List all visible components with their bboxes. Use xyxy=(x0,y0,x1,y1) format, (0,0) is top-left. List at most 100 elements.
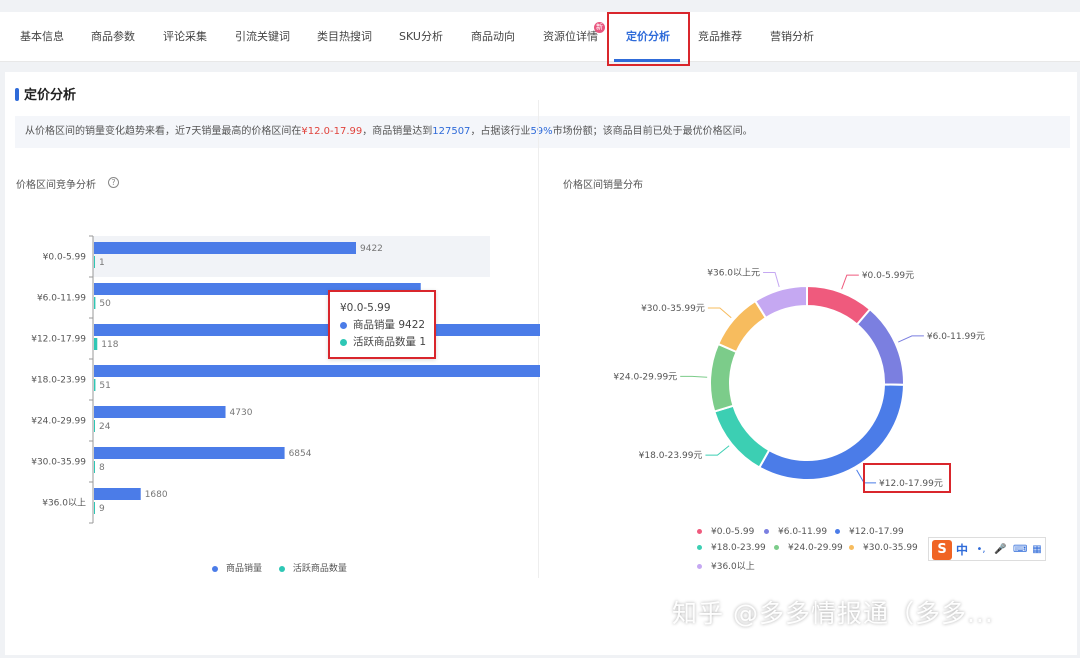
active-items-value-label: 50 xyxy=(99,299,111,309)
slice-label: ¥6.0-11.99元 xyxy=(927,332,985,342)
tab-resource-details[interactable]: 资源位详情 xyxy=(543,12,598,62)
category-label: ¥36.0以上 xyxy=(42,498,86,509)
new-badge: 新 xyxy=(594,22,605,33)
legend-item-1[interactable]: ¥6.0-11.99 xyxy=(764,527,827,537)
slice-leader-line xyxy=(680,375,708,378)
sales-bar xyxy=(94,242,356,254)
zhihu-watermark: 知乎 @多多情报通（多多... xyxy=(672,599,994,628)
active-items-value-label: 24 xyxy=(99,422,111,432)
legend-sales-dot-icon xyxy=(212,565,218,572)
active-items-bar xyxy=(94,256,95,268)
legend-item-active[interactable]: 活跃商品数量 xyxy=(278,561,347,574)
bar-chart-legend: 商品销量 活跃商品数量 xyxy=(212,561,361,574)
slice-label: ¥0.0-5.99元 xyxy=(862,271,914,281)
sogou-logo-icon[interactable]: S xyxy=(932,540,952,560)
sales-dot-icon xyxy=(340,321,347,329)
legend-item-4[interactable]: ¥24.0-29.99 xyxy=(774,543,843,553)
donut-slice xyxy=(753,284,808,320)
category-label: ¥6.0-11.99 xyxy=(37,294,86,304)
slice-leader-line xyxy=(707,307,732,319)
legend-dot-icon xyxy=(849,545,854,550)
sales-value-label: 6854 xyxy=(289,449,312,459)
legend-item-6[interactable]: ¥36.0以上 xyxy=(697,559,755,572)
active-items-value-label: 9 xyxy=(99,504,105,514)
tab-marketing-analysis[interactable]: 营销分析 xyxy=(770,12,814,62)
donut-slice xyxy=(713,404,771,469)
active-dot-icon xyxy=(340,338,347,346)
donut-slice xyxy=(855,307,905,386)
tooltip-sales-label: 商品销量 xyxy=(353,319,395,331)
slice-label: ¥24.0-29.99元 xyxy=(613,372,677,382)
legend-dot-icon xyxy=(697,529,702,534)
tooltip-active-value: 1 xyxy=(419,336,427,348)
category-label: ¥12.0-17.99 xyxy=(31,335,86,345)
sales-value-label: 9422 xyxy=(360,244,383,254)
sales-bar xyxy=(94,365,540,377)
active-items-bar xyxy=(94,461,95,473)
legend-dot-icon xyxy=(835,529,840,534)
slice-leader-line xyxy=(763,272,780,288)
price-range-sales-distribution-chart: ¥0.0-5.99元¥6.0-11.99元¥12.0-17.99元¥18.0-2… xyxy=(613,268,985,489)
slice-label: ¥18.0-23.99元 xyxy=(639,451,703,461)
legend-item-sales[interactable]: 商品销量 xyxy=(212,561,262,574)
legend-item-5[interactable]: ¥30.0-35.99 xyxy=(849,543,918,553)
sales-value-label: 4730 xyxy=(230,408,253,418)
tooltip-active-label: 活跃商品数量 xyxy=(353,336,416,348)
price-range-competition-chart: ¥0.0-5.99 ¥6.0-11.99 ¥12.0-17.99 ¥18.0-23.9… xyxy=(31,235,540,524)
active-items-value-label: 51 xyxy=(99,381,110,391)
chart-tooltip: ¥0.0-5.99 商品销量 9422 活跃商品数量 1 xyxy=(328,290,436,359)
tooltip-sales-value: 9422 xyxy=(398,319,426,331)
legend-item-0[interactable]: ¥0.0-5.99 xyxy=(697,527,754,537)
legend-dot-icon xyxy=(697,564,702,569)
active-items-bar xyxy=(94,297,96,309)
legend-label: ¥30.0-35.99 xyxy=(863,543,918,553)
category-label: ¥0.0-5.99 xyxy=(43,253,87,263)
legend-label: ¥12.0-17.99 xyxy=(849,527,904,537)
active-items-bar xyxy=(94,338,98,350)
slice-leader-line xyxy=(705,445,730,456)
legend-sales-label: 商品销量 xyxy=(226,564,263,574)
active-items-bar xyxy=(94,379,96,391)
legend-label: ¥6.0-11.99 xyxy=(778,527,828,537)
donut-slice xyxy=(709,342,738,413)
tab-competitor-recommend[interactable]: 竞品推荐 xyxy=(698,12,742,62)
slice-label: ¥30.0-35.99元 xyxy=(641,304,705,314)
sales-bar xyxy=(94,324,540,336)
slice-highlight-box xyxy=(863,463,951,493)
slice-leader-line xyxy=(841,274,859,290)
tooltip-title: ¥0.0-5.99 xyxy=(340,302,391,314)
microphone-icon[interactable]: 🎤 xyxy=(994,543,1006,556)
keyboard-icon[interactable]: ⌨ xyxy=(1013,543,1027,556)
legend-dot-icon xyxy=(774,545,779,550)
legend-item-3[interactable]: ¥18.0-23.99 xyxy=(697,543,766,553)
legend-label: ¥18.0-23.99 xyxy=(711,543,766,553)
active-items-bar xyxy=(94,420,95,432)
category-label: ¥18.0-23.99 xyxy=(31,376,86,386)
tooltip-row-sales: 商品销量 9422 xyxy=(340,317,434,334)
legend-dot-icon xyxy=(697,545,702,550)
category-label: ¥24.0-29.99 xyxy=(31,417,86,427)
sales-bar xyxy=(94,447,285,459)
punctuation-icon[interactable]: •, xyxy=(975,543,987,556)
legend-item-2[interactable]: ¥12.0-17.99 xyxy=(835,527,904,537)
legend-active-dot-icon xyxy=(278,565,285,572)
grid-menu-icon[interactable]: ▦ xyxy=(1031,543,1043,556)
donut-slice xyxy=(806,284,872,326)
category-label: ¥30.0-35.99 xyxy=(31,458,86,468)
legend-dot-icon xyxy=(764,529,769,534)
tab-highlight-box xyxy=(607,12,690,66)
ime-toolbar: S 中 •, 🎤 ⌨ ▦ xyxy=(928,537,1046,561)
tooltip-row-active: 活跃商品数量 1 xyxy=(340,334,434,351)
slice-label: ¥36.0以上元 xyxy=(707,268,760,279)
sales-bar xyxy=(94,406,226,418)
active-items-value-label: 8 xyxy=(99,463,105,473)
sales-bar xyxy=(94,488,141,500)
legend-label: ¥36.0以上 xyxy=(711,562,755,572)
donut-slice xyxy=(716,299,768,354)
legend-active-label: 活跃商品数量 xyxy=(292,564,347,574)
ime-language-toggle[interactable]: 中 xyxy=(956,541,968,558)
legend-label: ¥24.0-29.99 xyxy=(788,543,843,553)
legend-label: ¥0.0-5.99 xyxy=(711,527,755,537)
active-items-value-label: 118 xyxy=(101,340,118,350)
active-items-bar xyxy=(94,502,95,514)
